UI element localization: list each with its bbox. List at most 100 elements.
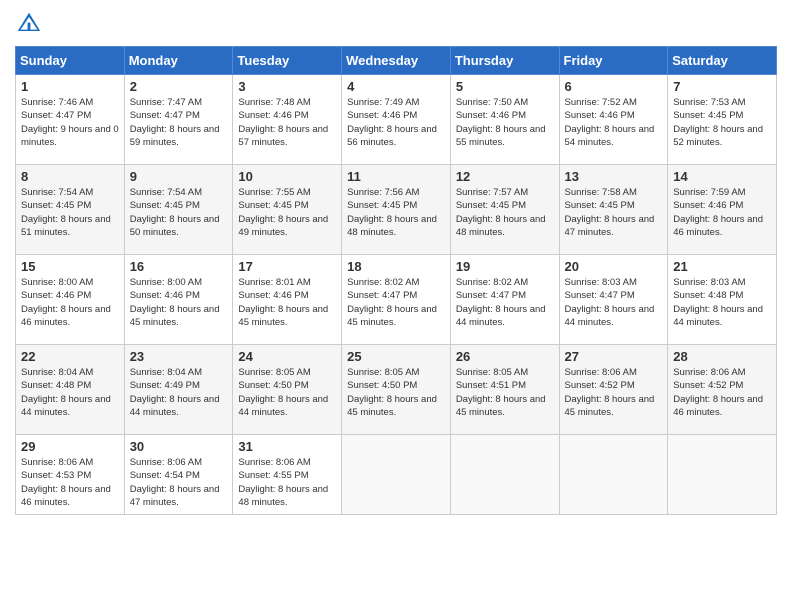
calendar-cell: 16 Sunrise: 8:00 AMSunset: 4:46 PMDayligh… (124, 255, 233, 345)
day-info: Sunrise: 8:06 AMSunset: 4:52 PMDaylight:… (673, 366, 771, 419)
calendar-cell (668, 435, 777, 515)
calendar-cell: 27 Sunrise: 8:06 AMSunset: 4:52 PMDayligh… (559, 345, 668, 435)
day-info: Sunrise: 7:54 AMSunset: 4:45 PMDaylight:… (130, 186, 228, 239)
logo (15, 10, 47, 38)
calendar-week-row: 15Sunrise: 8:00 AMSunset: 4:46 PMDayligh… (16, 255, 777, 345)
day-number: 24 (238, 349, 336, 364)
day-number: 8 (21, 169, 119, 184)
calendar-cell: 19 Sunrise: 8:02 AMSunset: 4:47 PMDayligh… (450, 255, 559, 345)
calendar-week-row: 8 Sunrise: 7:54 AMSunset: 4:45 PMDaylight… (16, 165, 777, 255)
calendar-cell: 9 Sunrise: 7:54 AMSunset: 4:45 PMDaylight… (124, 165, 233, 255)
day-number: 29 (21, 439, 119, 454)
day-number: 13 (565, 169, 663, 184)
day-number: 12 (456, 169, 554, 184)
day-info: Sunrise: 8:06 AMSunset: 4:53 PMDaylight:… (21, 456, 119, 509)
page-header (15, 10, 777, 38)
day-number: 1 (21, 79, 119, 94)
calendar-week-row: 1 Sunrise: 7:46 AMSunset: 4:47 PMDaylight… (16, 75, 777, 165)
day-info: Sunrise: 7:57 AMSunset: 4:45 PMDaylight:… (456, 186, 554, 239)
calendar-cell: 7 Sunrise: 7:53 AMSunset: 4:45 PMDaylight… (668, 75, 777, 165)
day-number: 10 (238, 169, 336, 184)
day-number: 16 (130, 259, 228, 274)
weekday-header: Wednesday (342, 47, 451, 75)
day-info: Sunrise: 8:01 AMSunset: 4:46 PMDaylight:… (238, 276, 336, 329)
weekday-header: Thursday (450, 47, 559, 75)
day-number: 30 (130, 439, 228, 454)
day-info: Sunrise: 8:02 AMSunset: 4:47 PMDaylight:… (456, 276, 554, 329)
day-info: Sunrise: 8:06 AMSunset: 4:52 PMDaylight:… (565, 366, 663, 419)
calendar-cell: 23 Sunrise: 8:04 AMSunset: 4:49 PMDayligh… (124, 345, 233, 435)
calendar-cell: 1 Sunrise: 7:46 AMSunset: 4:47 PMDaylight… (16, 75, 125, 165)
calendar-cell: 3 Sunrise: 7:48 AMSunset: 4:46 PMDaylight… (233, 75, 342, 165)
calendar-cell: 26 Sunrise: 8:05 AMSunset: 4:51 PMDayligh… (450, 345, 559, 435)
calendar-cell: 12 Sunrise: 7:57 AMSunset: 4:45 PMDayligh… (450, 165, 559, 255)
calendar-cell: 20 Sunrise: 8:03 AMSunset: 4:47 PMDayligh… (559, 255, 668, 345)
calendar-cell (342, 435, 451, 515)
day-number: 19 (456, 259, 554, 274)
day-number: 28 (673, 349, 771, 364)
day-number: 18 (347, 259, 445, 274)
day-number: 7 (673, 79, 771, 94)
day-info: Sunrise: 7:56 AMSunset: 4:45 PMDaylight:… (347, 186, 445, 239)
day-number: 20 (565, 259, 663, 274)
day-number: 6 (565, 79, 663, 94)
calendar-cell: 29 Sunrise: 8:06 AMSunset: 4:53 PMDayligh… (16, 435, 125, 515)
day-info: Sunrise: 8:00 AMSunset: 4:46 PMDaylight:… (21, 276, 119, 329)
day-number: 27 (565, 349, 663, 364)
calendar-week-row: 22Sunrise: 8:04 AMSunset: 4:48 PMDayligh… (16, 345, 777, 435)
day-info: Sunrise: 8:04 AMSunset: 4:49 PMDaylight:… (130, 366, 228, 419)
calendar-cell: 17 Sunrise: 8:01 AMSunset: 4:46 PMDayligh… (233, 255, 342, 345)
day-info: Sunrise: 8:05 AMSunset: 4:51 PMDaylight:… (456, 366, 554, 419)
logo-icon (15, 10, 43, 38)
calendar-cell: 13Sunrise: 7:58 AMSunset: 4:45 PMDayligh… (559, 165, 668, 255)
calendar-week-row: 29 Sunrise: 8:06 AMSunset: 4:53 PMDayligh… (16, 435, 777, 515)
weekday-header: Saturday (668, 47, 777, 75)
calendar-cell: 2 Sunrise: 7:47 AMSunset: 4:47 PMDaylight… (124, 75, 233, 165)
calendar-cell: 25 Sunrise: 8:05 AMSunset: 4:50 PMDayligh… (342, 345, 451, 435)
day-number: 17 (238, 259, 336, 274)
day-info: Sunrise: 8:06 AMSunset: 4:54 PMDaylight:… (130, 456, 228, 509)
day-number: 2 (130, 79, 228, 94)
calendar-table: SundayMondayTuesdayWednesdayThursdayFrid… (15, 46, 777, 515)
day-number: 4 (347, 79, 445, 94)
day-number: 9 (130, 169, 228, 184)
weekday-header: Monday (124, 47, 233, 75)
day-info: Sunrise: 7:52 AMSunset: 4:46 PMDaylight:… (565, 96, 663, 149)
day-number: 22 (21, 349, 119, 364)
calendar-cell: 15Sunrise: 8:00 AMSunset: 4:46 PMDayligh… (16, 255, 125, 345)
calendar-cell: 4 Sunrise: 7:49 AMSunset: 4:46 PMDaylight… (342, 75, 451, 165)
weekday-header: Sunday (16, 47, 125, 75)
calendar-header-row: SundayMondayTuesdayWednesdayThursdayFrid… (16, 47, 777, 75)
day-info: Sunrise: 7:48 AMSunset: 4:46 PMDaylight:… (238, 96, 336, 149)
calendar-cell: 10 Sunrise: 7:55 AMSunset: 4:45 PMDayligh… (233, 165, 342, 255)
day-info: Sunrise: 8:03 AMSunset: 4:47 PMDaylight:… (565, 276, 663, 329)
day-number: 23 (130, 349, 228, 364)
calendar-cell (450, 435, 559, 515)
day-number: 3 (238, 79, 336, 94)
calendar-cell: 22Sunrise: 8:04 AMSunset: 4:48 PMDayligh… (16, 345, 125, 435)
day-info: Sunrise: 7:49 AMSunset: 4:46 PMDaylight:… (347, 96, 445, 149)
day-number: 11 (347, 169, 445, 184)
day-info: Sunrise: 8:05 AMSunset: 4:50 PMDaylight:… (238, 366, 336, 419)
day-number: 21 (673, 259, 771, 274)
day-info: Sunrise: 7:47 AMSunset: 4:47 PMDaylight:… (130, 96, 228, 149)
day-number: 26 (456, 349, 554, 364)
calendar-cell: 28 Sunrise: 8:06 AMSunset: 4:52 PMDayligh… (668, 345, 777, 435)
day-info: Sunrise: 7:46 AMSunset: 4:47 PMDaylight:… (21, 96, 119, 149)
day-info: Sunrise: 7:53 AMSunset: 4:45 PMDaylight:… (673, 96, 771, 149)
day-info: Sunrise: 8:02 AMSunset: 4:47 PMDaylight:… (347, 276, 445, 329)
day-info: Sunrise: 7:59 AMSunset: 4:46 PMDaylight:… (673, 186, 771, 239)
day-info: Sunrise: 8:06 AMSunset: 4:55 PMDaylight:… (238, 456, 336, 509)
day-info: Sunrise: 7:55 AMSunset: 4:45 PMDaylight:… (238, 186, 336, 239)
day-info: Sunrise: 8:00 AMSunset: 4:46 PMDaylight:… (130, 276, 228, 329)
day-info: Sunrise: 7:50 AMSunset: 4:46 PMDaylight:… (456, 96, 554, 149)
calendar-cell: 24 Sunrise: 8:05 AMSunset: 4:50 PMDayligh… (233, 345, 342, 435)
day-number: 31 (238, 439, 336, 454)
calendar-cell: 21 Sunrise: 8:03 AMSunset: 4:48 PMDayligh… (668, 255, 777, 345)
day-info: Sunrise: 8:05 AMSunset: 4:50 PMDaylight:… (347, 366, 445, 419)
day-info: Sunrise: 7:54 AMSunset: 4:45 PMDaylight:… (21, 186, 119, 239)
calendar-cell: 5Sunrise: 7:50 AMSunset: 4:46 PMDaylight… (450, 75, 559, 165)
day-number: 25 (347, 349, 445, 364)
calendar-cell: 8 Sunrise: 7:54 AMSunset: 4:45 PMDaylight… (16, 165, 125, 255)
day-info: Sunrise: 8:03 AMSunset: 4:48 PMDaylight:… (673, 276, 771, 329)
